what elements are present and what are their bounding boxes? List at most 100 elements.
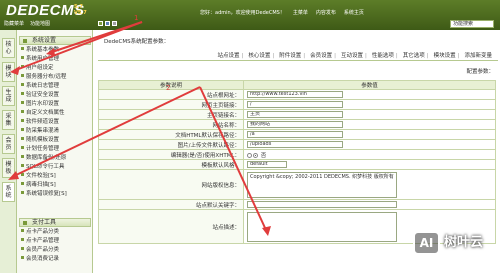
bullet-icon	[21, 146, 24, 149]
menu-item[interactable]: 自定义文档属性	[21, 110, 65, 117]
config-table: 参数说明 参数值 站点根网址： http://www.test123.vin 网…	[98, 80, 496, 244]
menu-item[interactable]: 病毒扫描[S]	[21, 182, 56, 189]
html-path-input[interactable]: /a	[247, 131, 343, 138]
menu-item[interactable]: 数据库备份/还原	[21, 155, 66, 162]
bullet-icon	[21, 182, 24, 185]
column-header-value: 参数值	[243, 80, 496, 90]
tab-interaction[interactable]: 互动设置 |	[339, 52, 369, 60]
menu-item[interactable]: 软件频道设置	[21, 119, 59, 126]
vtab-member[interactable]: 会员	[2, 134, 15, 154]
menu-item[interactable]: 系统错误修复[S]	[21, 191, 67, 198]
watermark-text: 树叶云	[444, 235, 484, 250]
vtab-module[interactable]: 模块	[2, 62, 15, 82]
function-search-input[interactable]: 功能搜索	[450, 20, 494, 28]
table-row: 网页主页链接： /	[98, 99, 496, 110]
menu-item[interactable]: 用户组设定	[21, 65, 54, 72]
menu-item[interactable]: SQL命令行工具	[21, 164, 64, 171]
bullet-icon	[21, 101, 24, 104]
bullet-icon	[21, 56, 24, 59]
menu-item[interactable]: 服务器分布/远程	[21, 74, 66, 81]
dedecms-logo: DEDECMS	[6, 2, 85, 19]
keywords-input[interactable]	[247, 201, 397, 208]
menu-item[interactable]: 点卡产品管理	[21, 238, 59, 245]
menu-item[interactable]: 系统基本参数	[21, 47, 59, 54]
menu-item[interactable]: 随机模板设置	[21, 137, 59, 144]
tab-module[interactable]: 模块设置 |	[432, 52, 462, 60]
skin-swatches	[98, 21, 117, 26]
home-link-input[interactable]: /	[247, 101, 343, 108]
menu-item[interactable]: 点卡产品分类	[21, 229, 59, 236]
menu-item[interactable]: 文件校验[S]	[21, 173, 56, 180]
vtab-generate[interactable]: 生成	[2, 86, 15, 106]
skin-green-swatch[interactable]	[98, 21, 103, 26]
bullet-icon	[21, 238, 24, 241]
tab-site[interactable]: 站点设置 |	[215, 52, 245, 60]
menu-item[interactable]: 会员产品分类	[21, 247, 59, 254]
table-row: 网站名称： 我的网站	[98, 119, 496, 130]
site-url-input[interactable]: http://www.test123.vin	[247, 91, 343, 98]
tab-member[interactable]: 会员设置 |	[308, 52, 338, 60]
menu-section-payment-tools[interactable]: 支付工具	[19, 218, 91, 227]
vtab-template[interactable]: 模板	[2, 158, 15, 178]
vtab-system[interactable]: 系统	[2, 182, 15, 202]
template-style-input[interactable]: default	[247, 161, 287, 168]
home-name-input[interactable]: 主页	[247, 111, 343, 118]
table-row: 文档HTML默认保存路径： /a	[98, 129, 496, 140]
tab-core[interactable]: 核心设置 |	[246, 52, 276, 60]
bullet-icon	[21, 173, 24, 176]
tab-other[interactable]: 其它选项 |	[401, 52, 431, 60]
top-header: DEDECMS 5.7 V5.7 隐藏菜单 功能地图 您好：admin，欢迎使用…	[0, 0, 500, 30]
table-row: 模板默认风格： default	[98, 159, 496, 170]
bullet-icon	[21, 47, 24, 50]
menu-item[interactable]: 计划任务管理	[21, 146, 59, 153]
vtab-collect[interactable]: 采集	[2, 110, 15, 130]
config-params-label: 配置参数：	[466, 69, 494, 75]
config-tab-bar: 站点设置 | 核心设置 | 附件设置 | 会员设置 | 互动设置 | 性能选项 | 其它选项…	[98, 51, 498, 61]
bullet-icon	[21, 247, 24, 250]
xhtml-no-radio[interactable]	[247, 152, 252, 158]
bullet-icon	[21, 256, 24, 259]
menu-item[interactable]: 会员消费记录	[21, 256, 59, 263]
menu-item[interactable]: 防采集串混淆	[21, 128, 59, 135]
tab-performance[interactable]: 性能选项 |	[370, 52, 400, 60]
copyright-textarea[interactable]: Copyright &copy; 2002-2011 DEDECMS. 织梦科技…	[247, 171, 397, 198]
main-menu-link[interactable]: 主菜单	[293, 9, 308, 17]
row-label: 站点默认关键字：	[98, 199, 244, 210]
row-label: 编辑器(是/否)使用XHTML：	[98, 149, 244, 160]
hide-menu-link[interactable]: 隐藏菜单	[4, 20, 24, 28]
page-title: DedeCMS系统配置参数：	[104, 39, 170, 45]
skin-gray-swatch[interactable]	[112, 21, 117, 26]
table-row: 编辑器(是/否)使用XHTML： 否	[98, 149, 496, 160]
header-left-links: 隐藏菜单 功能地图	[4, 20, 50, 28]
bullet-icon	[21, 137, 24, 140]
xhtml-selected-radio[interactable]	[253, 152, 258, 158]
table-row: 站点默认关键字：	[98, 199, 496, 210]
bullet-icon	[21, 128, 24, 131]
function-map-link[interactable]: 功能地图	[30, 20, 50, 28]
menu-item[interactable]: 系统用户管理	[21, 56, 59, 63]
upload-path-input[interactable]: /uploads	[247, 141, 343, 148]
table-row: 主页链接名： 主页	[98, 109, 496, 120]
vtab-core[interactable]: 核心	[2, 38, 15, 58]
tab-attachment[interactable]: 附件设置 |	[277, 52, 307, 60]
row-label: 图片/上传文件默认路径：	[98, 139, 244, 150]
menu-item[interactable]: 系统日志管理	[21, 83, 59, 90]
bullet-icon	[21, 155, 24, 158]
menu-item[interactable]: 验证安全设置	[21, 92, 59, 99]
header-right-links: 您好：admin，欢迎使用DedeCMS！ 主菜单 内容发布 系统主页	[200, 9, 364, 17]
site-name-input[interactable]: 我的网站	[247, 121, 343, 128]
bullet-icon	[21, 119, 24, 122]
ai-badge-icon: AI	[413, 231, 440, 255]
menu-section-system-settings[interactable]: 系统设置	[19, 36, 91, 45]
row-label: 站点描述：	[98, 209, 244, 244]
welcome-text: 您好：admin，欢迎使用DedeCMS！	[200, 10, 285, 16]
bullet-icon	[21, 65, 24, 68]
publish-link[interactable]: 内容发布	[316, 9, 336, 17]
menu-item[interactable]: 图片水印设置	[21, 101, 59, 108]
system-home-link[interactable]: 系统主页	[344, 9, 364, 17]
tab-add-variable[interactable]: 添加新变量	[462, 52, 494, 60]
skin-blue-swatch[interactable]	[105, 21, 110, 26]
description-textarea[interactable]	[247, 211, 397, 242]
row-label: 主页链接名：	[98, 109, 244, 120]
watermark: AI 树叶云	[413, 228, 495, 260]
